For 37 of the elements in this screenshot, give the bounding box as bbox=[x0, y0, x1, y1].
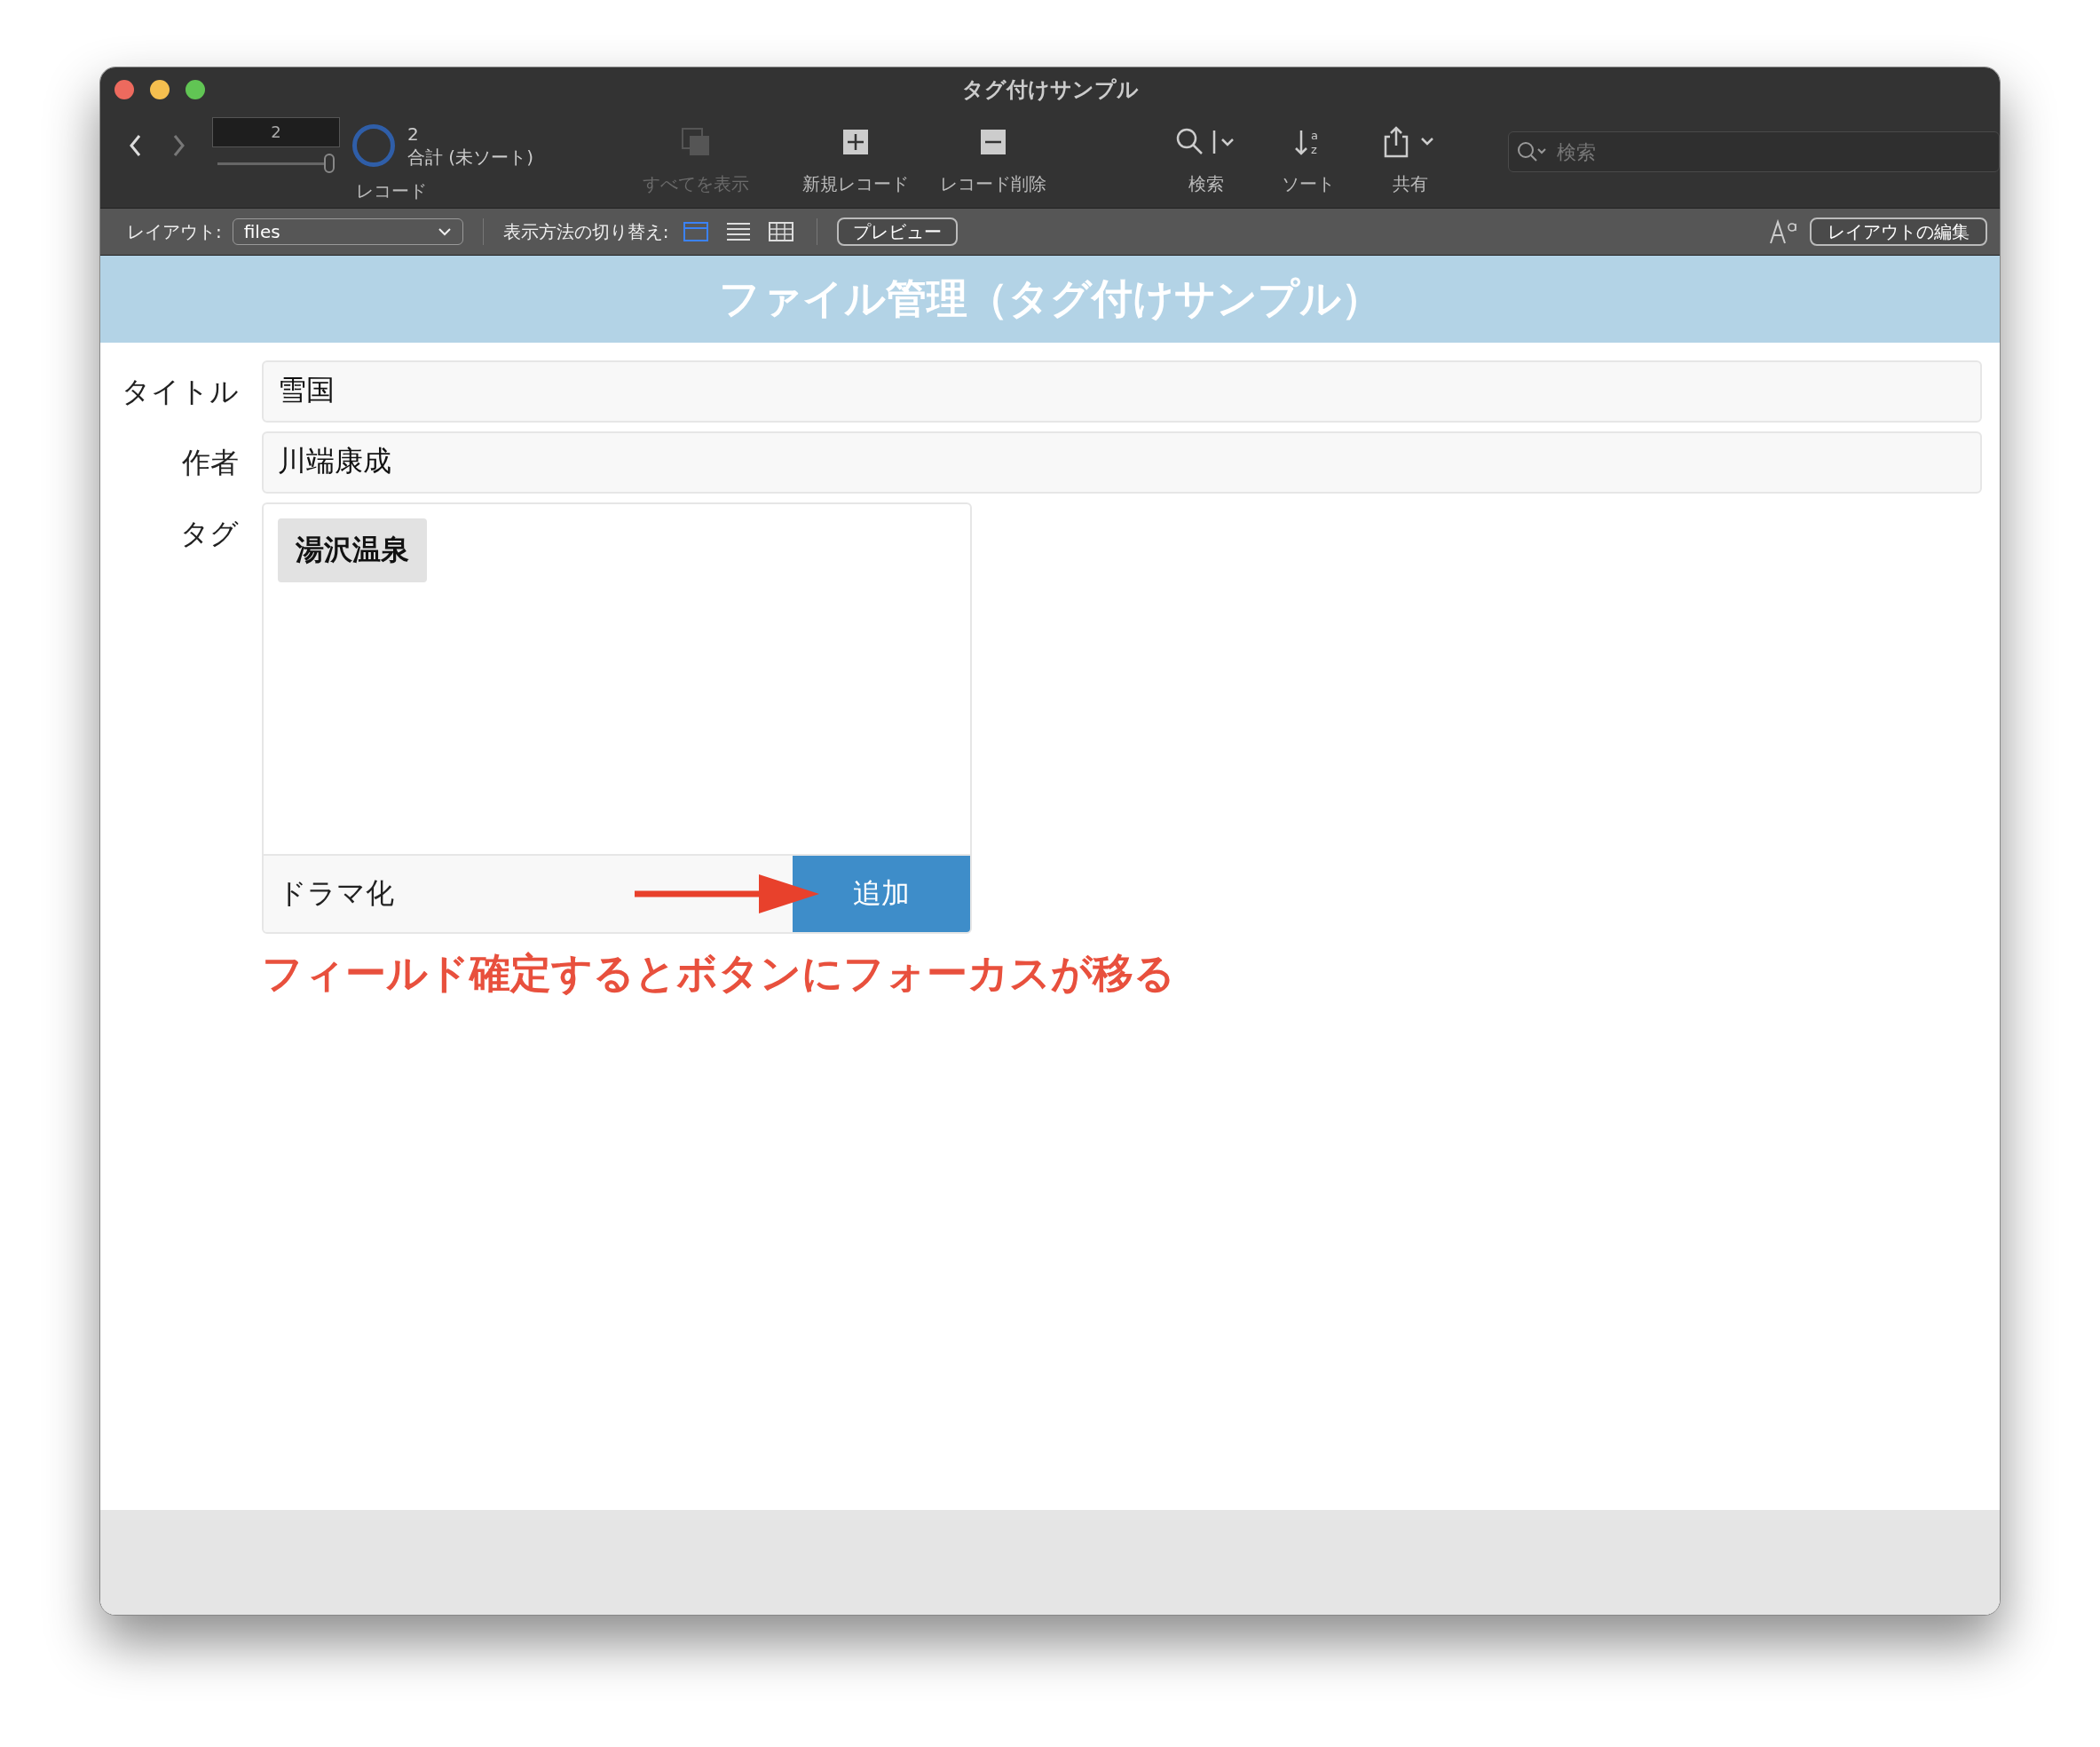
annotation-text: フィールド確定するとボタンにフォーカスが移る bbox=[262, 949, 1175, 997]
layout-label: レイアウト: bbox=[127, 219, 222, 244]
stacked-pages-icon bbox=[681, 127, 712, 157]
caret-icon bbox=[437, 227, 452, 236]
toolbar-button[interactable]: レコード削除 bbox=[922, 117, 1065, 196]
view-switch-label: 表示方法の切り替え: bbox=[502, 219, 669, 244]
font-size-icon[interactable] bbox=[1769, 218, 1799, 245]
plus-icon bbox=[843, 130, 869, 154]
record-count: 2 bbox=[407, 123, 420, 146]
edit-layout-button[interactable]: レイアウトの編集 bbox=[1810, 217, 1987, 246]
add-button[interactable]: 追加 bbox=[793, 856, 970, 932]
page-title: ファイル管理（タグ付けサンプル） bbox=[718, 273, 1382, 324]
toolbar-button[interactable]: a z ソート bbox=[1259, 117, 1358, 196]
toolbar-label: レコード bbox=[356, 179, 428, 203]
toolbar-button[interactable]: 検索 bbox=[1153, 117, 1260, 196]
table-view-icon[interactable] bbox=[768, 222, 793, 241]
preview-button[interactable]: プレビュー bbox=[836, 217, 958, 246]
toolbar-button[interactable]: 共有 bbox=[1357, 117, 1464, 196]
text-field[interactable]: 雪国 bbox=[262, 360, 1982, 423]
search-field[interactable]: 検索 bbox=[1508, 131, 2000, 172]
window-title: タグ付けサンプル bbox=[961, 76, 1139, 104]
minus-icon bbox=[981, 130, 1007, 154]
list-view-icon[interactable] bbox=[725, 222, 751, 241]
layout-dropdown[interactable]: files bbox=[232, 218, 463, 245]
text-field[interactable]: 川端康成 bbox=[262, 431, 1982, 494]
field-label: 作者 bbox=[181, 445, 239, 481]
zoom-icon[interactable] bbox=[186, 80, 205, 99]
minimize-icon[interactable] bbox=[150, 80, 170, 99]
record-number-field[interactable]: 2 bbox=[212, 117, 340, 147]
close-icon[interactable] bbox=[114, 80, 134, 99]
record-total-label: 合計 (未ソート) bbox=[407, 146, 533, 169]
field-label: タイトル bbox=[121, 374, 239, 410]
tag-input-field[interactable]: ドラマ化 bbox=[264, 856, 793, 932]
tag-chip[interactable]: 湯沢温泉 bbox=[278, 518, 427, 582]
toolbar-button[interactable]: 新規レコード bbox=[789, 117, 923, 196]
field-label: タグ bbox=[179, 516, 239, 552]
progress-ring-icon bbox=[352, 124, 395, 167]
